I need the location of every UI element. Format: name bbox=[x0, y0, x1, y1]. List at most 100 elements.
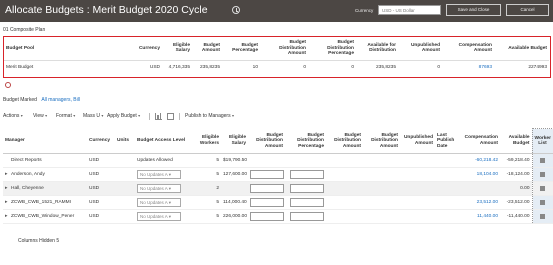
grid-col-header[interactable]: Unpublished Amount bbox=[400, 128, 435, 154]
currency-select[interactable]: USD - US Dollar bbox=[378, 5, 441, 15]
eligible-salary-cell: 127,600.00 bbox=[221, 167, 248, 182]
save-and-close-button[interactable]: Save and Close bbox=[446, 4, 501, 16]
units-cell bbox=[115, 195, 135, 210]
last-publish-date-cell bbox=[435, 209, 460, 224]
chevron-down-icon: ▾ bbox=[45, 113, 48, 118]
grid-col-header[interactable]: Budget Distribution Amount bbox=[326, 128, 363, 154]
access-level-cell[interactable]: No Updates A ▾ bbox=[135, 167, 193, 182]
last-publish-date-cell bbox=[435, 195, 460, 210]
grid-col-header[interactable]: Currency bbox=[87, 128, 115, 154]
mass-update-label: Mass U bbox=[83, 113, 100, 119]
header-bar: Allocate Budgets : Merit Budget 2020 Cyc… bbox=[0, 0, 553, 22]
budget-amount-input[interactable] bbox=[250, 198, 284, 207]
budget-amount-input[interactable] bbox=[250, 170, 284, 179]
grid-col-header[interactable]: Units bbox=[115, 128, 135, 154]
toolbar-divider bbox=[149, 113, 150, 120]
access-level-select[interactable]: No Updates A ▾ bbox=[137, 170, 181, 179]
access-level-cell[interactable]: No Updates A ▾ bbox=[135, 195, 193, 210]
worker-list-icon[interactable] bbox=[540, 185, 545, 191]
grid-col-header[interactable]: Budget Access Level bbox=[135, 128, 193, 154]
manager-cell[interactable]: ▸ Hall, Cheyenne bbox=[3, 181, 87, 196]
mass-update-menu[interactable]: Mass U ▾ bbox=[83, 113, 103, 119]
compensation-amount-link[interactable]: 18,104.00 bbox=[460, 167, 500, 182]
worker-list-icon[interactable] bbox=[540, 171, 545, 177]
table-row[interactable]: ▸ Hall, Cheyenne USD No Updates A ▾ 2 0.00 bbox=[3, 181, 553, 196]
table-row[interactable]: ▸ ZCWB_CWB_Window_Pener USD No Updates A ▾ 5… bbox=[3, 209, 553, 224]
budget-marked: Budget Marked All managers, Bill bbox=[3, 97, 80, 103]
pool-cell: 0 bbox=[303, 64, 306, 70]
table-row[interactable]: ▸ ZCWB_CWB_1521_RAMMI USD No Updates A ▾ 5 11… bbox=[3, 195, 553, 210]
distribution-amount-cell-3 bbox=[363, 153, 400, 168]
compensation-amount-link[interactable]: -60,218.42 bbox=[460, 153, 500, 168]
worker-list-icon[interactable] bbox=[540, 213, 545, 219]
pool-cell-link[interactable]: 87693 bbox=[442, 60, 494, 74]
grid-col-header[interactable]: Last Publish Date bbox=[435, 128, 460, 154]
compensation-amount-link[interactable]: 11,440.00 bbox=[460, 209, 500, 224]
worker-list-cell[interactable] bbox=[531, 181, 553, 196]
grid-col-header[interactable]: Budget Distribution Amount bbox=[363, 128, 400, 154]
units-cell bbox=[115, 167, 135, 182]
manager-name: ZCWB_CWB_1521_RAMMI bbox=[11, 200, 71, 205]
pool-col-header: Available Budget bbox=[494, 37, 549, 61]
publish-to-managers-menu[interactable]: Publish to Managers ▾ bbox=[185, 113, 234, 119]
unpublished-amount-cell bbox=[400, 167, 435, 182]
cancel-button[interactable]: Cancel bbox=[506, 4, 549, 16]
budget-marked-value[interactable]: All managers, Bill bbox=[41, 97, 80, 103]
worker-list-icon[interactable] bbox=[540, 199, 545, 205]
worker-list-cell[interactable] bbox=[531, 167, 553, 182]
manager-cell[interactable]: Direct Reports bbox=[3, 153, 87, 168]
grid-col-header[interactable]: Compensation Amount bbox=[460, 128, 500, 154]
apply-budget-label: Apply Budget bbox=[107, 113, 137, 119]
pool-cell: 235,8235 bbox=[375, 64, 396, 70]
grid-col-header[interactable]: Manager bbox=[3, 128, 87, 154]
access-level-value: No Updates A bbox=[140, 172, 168, 177]
view-menu[interactable]: View ▾ bbox=[33, 113, 47, 119]
clock-icon[interactable] bbox=[232, 6, 240, 14]
pool-cell: USD bbox=[149, 64, 160, 70]
manager-cell[interactable]: ▸ ZCWB_CWB_Window_Pener bbox=[3, 209, 87, 224]
manager-name: Direct Reports bbox=[11, 158, 42, 163]
grid-col-header[interactable]: Worker List bbox=[531, 128, 553, 154]
freeze-icon[interactable] bbox=[167, 113, 174, 120]
grid-col-header[interactable]: Eligible Workers bbox=[193, 128, 221, 154]
budget-percentage-input[interactable] bbox=[290, 184, 324, 193]
budget-percentage-input[interactable] bbox=[290, 212, 324, 221]
worker-list-cell[interactable] bbox=[531, 209, 553, 224]
budget-marked-label: Budget Marked bbox=[3, 97, 37, 103]
chart-icon[interactable] bbox=[155, 113, 162, 120]
budget-percentage-input[interactable] bbox=[290, 170, 324, 179]
access-level-select[interactable]: No Updates A ▾ bbox=[137, 198, 181, 207]
budget-pool-row[interactable]: Merit Budget USD 4,716,335 235,8235 10 0… bbox=[4, 60, 549, 74]
table-row[interactable]: ▸ Anderson, Andy USD No Updates A ▾ 5 127,600… bbox=[3, 167, 553, 182]
manager-name: Anderson, Andy bbox=[11, 172, 45, 177]
refresh-icon[interactable] bbox=[5, 82, 11, 88]
format-menu[interactable]: Format ▾ bbox=[56, 113, 75, 119]
manager-cell[interactable]: ▸ ZCWB_CWB_1521_RAMMI bbox=[3, 195, 87, 210]
budget-amount-input[interactable] bbox=[250, 212, 284, 221]
grid-col-header[interactable]: Budget Distribution Percentage bbox=[285, 128, 326, 154]
actions-menu[interactable]: Actions ▾ bbox=[3, 113, 23, 119]
manager-cell[interactable]: ▸ Anderson, Andy bbox=[3, 167, 87, 182]
worker-list-cell[interactable] bbox=[531, 153, 553, 168]
available-budget-cell: 0.00 bbox=[500, 181, 532, 196]
worker-list-icon[interactable] bbox=[540, 157, 545, 163]
budget-percentage-input[interactable] bbox=[290, 198, 324, 207]
access-level-cell[interactable]: No Updates A ▾ bbox=[135, 209, 193, 224]
last-publish-date-cell bbox=[435, 153, 460, 168]
access-level-select[interactable]: No Updates A ▾ bbox=[137, 212, 181, 221]
worker-list-cell[interactable] bbox=[531, 195, 553, 210]
compensation-amount-link[interactable] bbox=[460, 181, 500, 196]
compensation-amount-link[interactable]: 23,512.00 bbox=[460, 195, 500, 210]
pool-col-header: Compensation Amount bbox=[442, 37, 494, 61]
grid-col-header[interactable]: Budget Distribution Amount bbox=[248, 128, 285, 154]
table-row[interactable]: Direct Reports USD Updates Allowed 5 $19,790… bbox=[3, 153, 553, 168]
access-level-select[interactable]: No Updates A ▾ bbox=[137, 184, 181, 193]
access-level-cell[interactable]: No Updates A ▾ bbox=[135, 181, 193, 196]
budget-amount-input[interactable] bbox=[250, 184, 284, 193]
grid-col-header[interactable]: Available Budget bbox=[500, 128, 532, 154]
grid-col-header[interactable]: Eligible Salary bbox=[221, 128, 248, 154]
units-cell bbox=[115, 209, 135, 224]
apply-budget-menu[interactable]: Apply Budget ▾ bbox=[107, 113, 140, 119]
currency-cell: USD bbox=[87, 209, 115, 224]
available-budget-cell: -59,218.40 bbox=[500, 153, 532, 168]
